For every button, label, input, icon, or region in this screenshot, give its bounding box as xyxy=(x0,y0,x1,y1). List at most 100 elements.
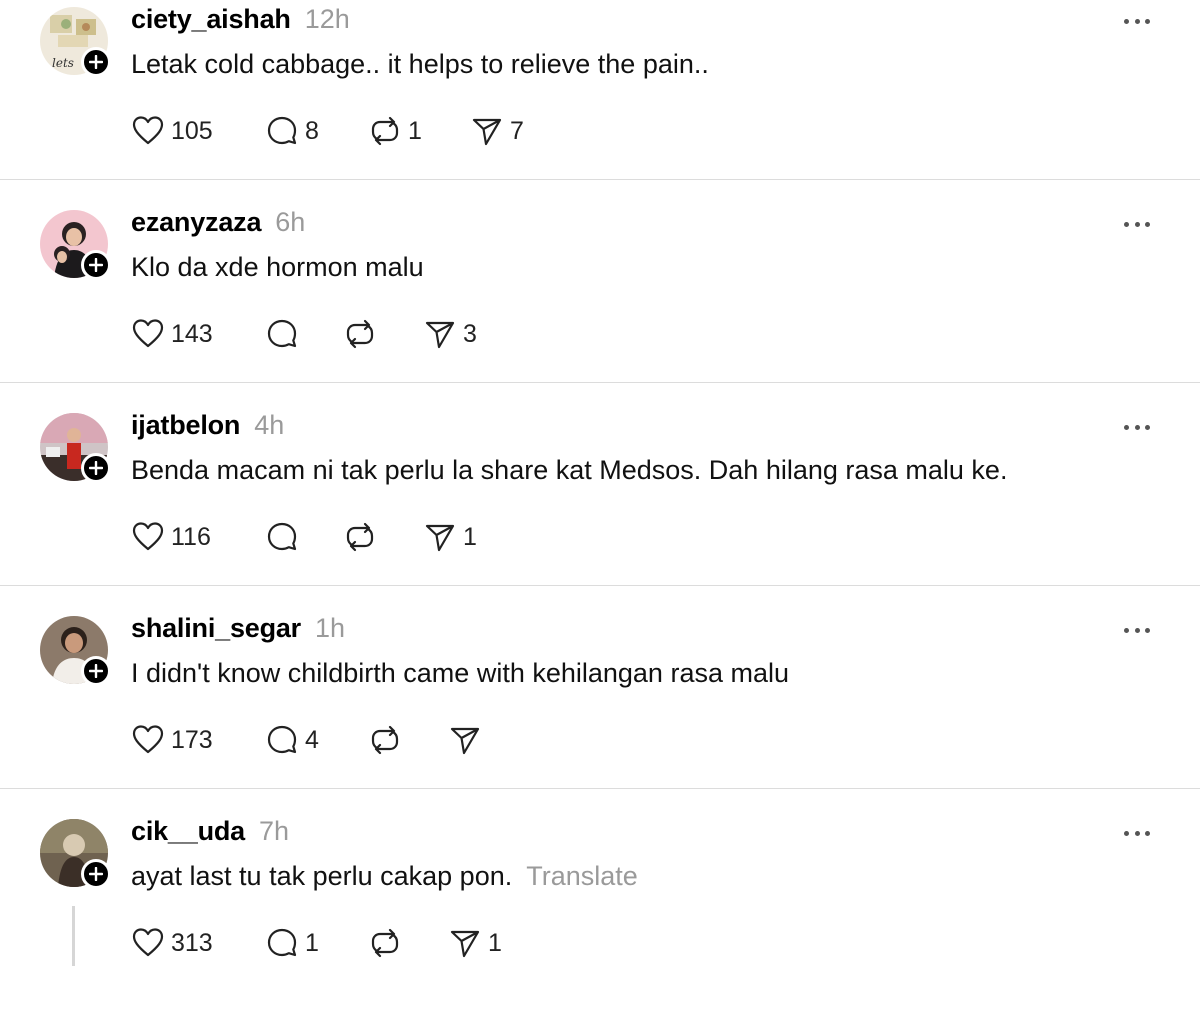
reply-count: 1 xyxy=(305,928,319,957)
repost-arrows-icon xyxy=(346,319,374,349)
reply-button[interactable] xyxy=(265,520,343,554)
post: shalini_segar 1h I didn't know childbirt… xyxy=(0,609,1200,812)
more-options-button[interactable] xyxy=(1124,16,1150,26)
post: lets ciety_aishah 12h Letak cold cabbage… xyxy=(0,0,1200,203)
action-bar: 173 4 xyxy=(131,723,488,757)
post-header: ezanyzaza 6h xyxy=(131,207,305,238)
repost-button[interactable] xyxy=(343,520,423,554)
svg-text:lets: lets xyxy=(52,56,74,70)
heart-icon xyxy=(132,319,164,348)
post-text-content: I didn't know childbirth came with kehil… xyxy=(131,658,789,688)
post-text-content: Benda macam ni tak perlu la share kat Me… xyxy=(131,455,1008,485)
like-button[interactable]: 173 xyxy=(131,723,265,757)
username[interactable]: ijatbelon xyxy=(131,410,240,441)
repost-arrows-icon xyxy=(346,522,374,552)
divider xyxy=(0,179,1200,180)
timestamp: 4h xyxy=(254,410,285,440)
follow-button[interactable] xyxy=(81,656,111,686)
share-button[interactable]: 1 xyxy=(448,926,502,960)
post-text: Letak cold cabbage.. it helps to relieve… xyxy=(131,49,709,80)
timestamp: 1h xyxy=(315,613,346,643)
more-options-button[interactable] xyxy=(1124,828,1150,838)
thread-line xyxy=(72,906,75,966)
share-button[interactable] xyxy=(448,723,488,757)
heart-icon xyxy=(132,116,164,145)
like-button[interactable]: 143 xyxy=(131,317,265,351)
share-count: 1 xyxy=(488,928,502,957)
post-header: shalini_segar 1h xyxy=(131,613,345,644)
post: ezanyzaza 6h Klo da xde hormon malu 143 … xyxy=(0,203,1200,406)
more-options-button[interactable] xyxy=(1124,625,1150,635)
translate-link[interactable]: Translate xyxy=(526,861,638,891)
timestamp: 6h xyxy=(275,207,306,237)
post-text: I didn't know childbirth came with kehil… xyxy=(131,658,789,689)
post-header: cik__uda 7h xyxy=(131,816,289,847)
divider xyxy=(0,382,1200,383)
speech-bubble-icon xyxy=(267,522,297,551)
speech-bubble-icon xyxy=(267,928,297,957)
repost-arrows-icon xyxy=(371,928,399,958)
like-count: 173 xyxy=(171,725,213,754)
reply-button[interactable]: 8 xyxy=(265,114,368,148)
post-header: ciety_aishah 12h xyxy=(131,4,350,35)
like-button[interactable]: 105 xyxy=(131,114,265,148)
post-header: ijatbelon 4h xyxy=(131,410,284,441)
repost-button[interactable] xyxy=(368,926,448,960)
share-button[interactable]: 3 xyxy=(423,317,477,351)
paper-plane-icon xyxy=(425,321,455,349)
username[interactable]: ezanyzaza xyxy=(131,207,261,238)
username[interactable]: ciety_aishah xyxy=(131,4,291,35)
plus-icon xyxy=(89,664,103,678)
action-bar: 116 1 xyxy=(131,520,477,554)
action-bar: 105 8 1 7 xyxy=(131,114,524,148)
follow-button[interactable] xyxy=(81,47,111,77)
reply-button[interactable]: 4 xyxy=(265,723,368,757)
paper-plane-icon xyxy=(450,930,480,958)
repost-count: 1 xyxy=(408,116,422,145)
divider xyxy=(0,585,1200,586)
username[interactable]: shalini_segar xyxy=(131,613,301,644)
reply-button[interactable]: 1 xyxy=(265,926,368,960)
post-text-content: Letak cold cabbage.. it helps to relieve… xyxy=(131,49,709,79)
reply-button[interactable] xyxy=(265,317,343,351)
speech-bubble-icon xyxy=(267,319,297,348)
more-options-button[interactable] xyxy=(1124,219,1150,229)
plus-icon xyxy=(89,867,103,881)
repost-button[interactable] xyxy=(368,723,448,757)
follow-button[interactable] xyxy=(81,453,111,483)
like-count: 116 xyxy=(171,522,211,551)
follow-button[interactable] xyxy=(81,250,111,280)
repost-arrows-icon xyxy=(371,725,399,755)
heart-icon xyxy=(132,522,164,551)
follow-button[interactable] xyxy=(81,859,111,889)
username[interactable]: cik__uda xyxy=(131,816,245,847)
post-text: Benda macam ni tak perlu la share kat Me… xyxy=(131,455,1007,486)
divider xyxy=(0,788,1200,789)
post-text: ayat last tu tak perlu cakap pon. Transla… xyxy=(131,861,638,892)
like-count: 313 xyxy=(171,928,213,957)
heart-icon xyxy=(132,928,164,957)
repost-arrows-icon xyxy=(371,116,399,146)
post-text-content: ayat last tu tak perlu cakap pon. xyxy=(131,861,513,891)
plus-icon xyxy=(89,258,103,272)
post-text-content: Klo da xde hormon malu xyxy=(131,252,424,282)
like-button[interactable]: 313 xyxy=(131,926,265,960)
share-count: 7 xyxy=(510,116,524,145)
action-bar: 143 3 xyxy=(131,317,477,351)
speech-bubble-icon xyxy=(267,725,297,754)
timestamp: 7h xyxy=(258,816,290,846)
repost-button[interactable] xyxy=(343,317,423,351)
like-button[interactable]: 116 xyxy=(131,520,265,554)
speech-bubble-icon xyxy=(267,116,297,145)
plus-icon xyxy=(89,55,103,69)
reply-count: 4 xyxy=(305,725,319,754)
share-button[interactable]: 1 xyxy=(423,520,477,554)
repost-button[interactable]: 1 xyxy=(368,114,470,148)
paper-plane-icon xyxy=(425,524,455,552)
like-count: 105 xyxy=(171,116,213,145)
reply-count: 8 xyxy=(305,116,319,145)
more-options-button[interactable] xyxy=(1124,422,1150,432)
paper-plane-icon xyxy=(472,118,502,146)
action-bar: 313 1 1 xyxy=(131,926,502,960)
share-button[interactable]: 7 xyxy=(470,114,524,148)
